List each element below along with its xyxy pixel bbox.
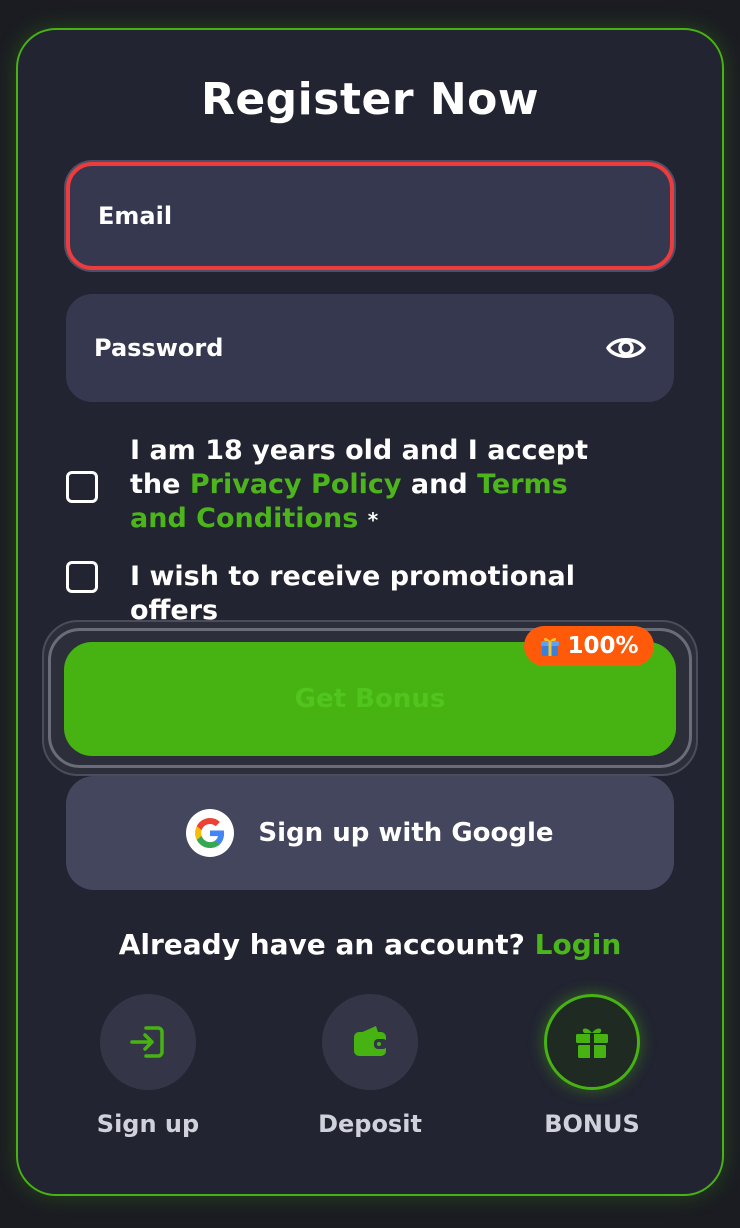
wallet-icon: [322, 994, 418, 1090]
login-link[interactable]: Login: [535, 928, 622, 961]
nav-bonus[interactable]: BONUS: [517, 994, 667, 1138]
eye-icon[interactable]: [606, 334, 646, 362]
google-signup-button[interactable]: Sign up with Google: [66, 776, 674, 890]
gift-icon: [541, 637, 560, 656]
nav-bonus-label: BONUS: [544, 1110, 640, 1138]
bonus-badge: 100%: [524, 626, 654, 666]
sign-in-icon: [100, 994, 196, 1090]
nav-sign-up-label: Sign up: [96, 1110, 200, 1138]
gift-icon: [544, 994, 640, 1090]
nav-sign-up[interactable]: Sign up: [73, 994, 223, 1138]
promo-consent-row: I wish to receive promotional offers: [66, 560, 630, 628]
get-bonus-label: Get Bonus: [294, 684, 446, 714]
email-field[interactable]: Email: [66, 162, 674, 270]
privacy-policy-link[interactable]: Privacy Policy: [190, 469, 402, 500]
google-icon: [186, 809, 235, 857]
promo-consent-text: I wish to receive promotional offers: [130, 561, 575, 626]
nav-deposit-label: Deposit: [318, 1110, 422, 1138]
login-prompt: Already have an account? Login: [0, 928, 740, 961]
age-consent-row: I am 18 years old and I accept the Priva…: [66, 434, 630, 537]
email-placeholder: Email: [98, 202, 173, 230]
page-title: Register Now: [200, 74, 540, 125]
bonus-badge-label: 100%: [567, 633, 639, 659]
required-mark: *: [367, 508, 379, 532]
page: Register Now Email Password I am 18 year…: [0, 0, 740, 1228]
login-prompt-text: Already have an account?: [118, 928, 525, 961]
google-signup-label: Sign up with Google: [258, 818, 554, 848]
password-placeholder: Password: [94, 334, 224, 362]
password-field[interactable]: Password: [66, 294, 674, 402]
age-consent-text: I am 18 years old and I accept the Priva…: [130, 434, 630, 537]
and-text: and: [410, 469, 468, 500]
promo-consent-checkbox[interactable]: [66, 561, 98, 593]
nav-deposit[interactable]: Deposit: [295, 994, 445, 1138]
age-consent-checkbox[interactable]: [66, 471, 98, 503]
